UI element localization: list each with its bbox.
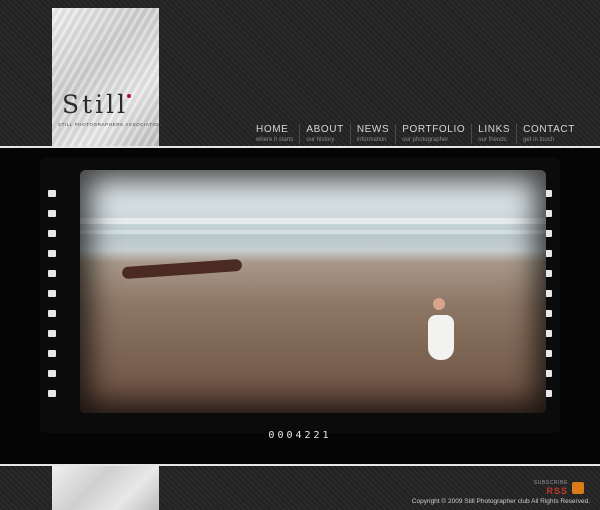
rss-subscribe[interactable]: SUBSCRIBE RSS [534, 480, 584, 496]
nav-links-label: LINKS [478, 124, 511, 135]
nav-home-sub: where it starts [256, 137, 294, 143]
main-nav: HOME where it starts ABOUT our history N… [250, 124, 581, 144]
nav-links[interactable]: LINKS our friends [471, 124, 516, 144]
sprocket [48, 190, 56, 197]
nav-news-label: NEWS [356, 124, 390, 135]
logo-tagline: STILL PHOTOGRAPHERS ASSOCIATION [58, 122, 163, 127]
sprocket [48, 390, 56, 397]
sprocket [48, 290, 56, 297]
sprocket [48, 310, 56, 317]
gallery-photo[interactable] [80, 170, 546, 413]
sprocket [48, 350, 56, 357]
sprocket [48, 210, 56, 217]
nav-home-label: HOME [256, 124, 289, 135]
nav-about-label: ABOUT [306, 124, 344, 135]
sprocket [48, 270, 56, 277]
nav-home[interactable]: HOME where it starts [250, 124, 299, 144]
nav-contact[interactable]: CONTACT get in touch [516, 124, 581, 144]
logo-wordmark: Still [62, 90, 129, 119]
photo-driftwood [121, 258, 243, 280]
photo-surf [80, 218, 546, 224]
nav-contact-sub: get in touch [523, 137, 555, 143]
nav-portfolio-sub: our photographer [402, 137, 449, 143]
rss-icon[interactable] [572, 482, 584, 494]
nav-about[interactable]: ABOUT our history [299, 124, 349, 144]
logo-dot [127, 94, 131, 98]
footer-logo-panel [52, 466, 159, 510]
sprocket [48, 230, 56, 237]
nav-news[interactable]: NEWS information [349, 124, 395, 144]
frame-counter: 0004221 [268, 430, 332, 441]
nav-links-sub: our friends [478, 137, 507, 143]
nav-portfolio-label: PORTFOLIO [402, 124, 466, 135]
nav-contact-label: CONTACT [523, 124, 575, 135]
photo-figure-head [433, 298, 445, 310]
rss-label: RSS [546, 486, 568, 496]
copyright-text: Copyright © 2009 Still Photographer club… [411, 498, 590, 505]
nav-news-sub: information [356, 137, 387, 143]
sprocket [48, 330, 56, 337]
photo-surf [80, 230, 546, 234]
logo[interactable]: Still STILL PHOTOGRAPHERS ASSOCIATION [52, 8, 163, 146]
sprocket [48, 370, 56, 377]
photo-figure [428, 315, 454, 360]
sprocket [48, 250, 56, 257]
nav-about-sub: our history [306, 137, 335, 143]
nav-portfolio[interactable]: PORTFOLIO our photographer [395, 124, 471, 144]
